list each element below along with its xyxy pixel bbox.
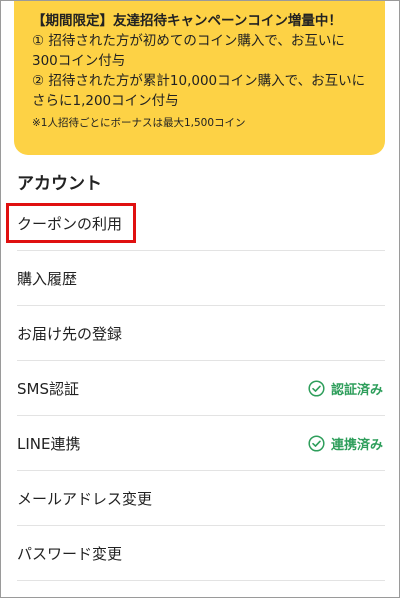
campaign-line-1a: ① 招待された方が初めてのコイン購入で、お互いに xyxy=(32,33,345,49)
menu-item-label: LINE連携 xyxy=(17,435,81,453)
menu-item-purchase-history[interactable]: 購入履歴 xyxy=(1,251,399,306)
menu-item-sms-auth[interactable]: SMS認証 認証済み xyxy=(1,361,399,416)
check-circle-icon xyxy=(308,435,325,452)
menu-item-label: クーポンの利用 xyxy=(17,215,123,233)
screen: 【期間限定】友達招待キャンペーンコイン増量中！ ① 招待された方が初めてのコイン… xyxy=(0,0,400,598)
menu-item-label: メールアドレス変更 xyxy=(17,490,153,508)
campaign-title: 【期間限定】友達招待キャンペーンコイン増量中！ xyxy=(32,13,342,29)
status-text: 連携済み xyxy=(330,438,383,453)
menu-item-password-change[interactable]: パスワード変更 xyxy=(1,526,399,581)
campaign-line-2a: ② 招待された方が累計10,000コイン購入で、お互いに xyxy=(32,73,366,89)
status-text: 認証済み xyxy=(330,383,383,398)
menu-item-label: お届け先の登録 xyxy=(17,325,123,343)
menu-item-email-change[interactable]: メールアドレス変更 xyxy=(1,471,399,526)
menu-item-label: SMS認証 xyxy=(17,380,79,398)
campaign-line-1b: 300コイン付与 xyxy=(32,53,126,69)
line-link-status: 連携済み xyxy=(308,434,383,453)
campaign-line-2b: さらに1,200コイン付与 xyxy=(32,93,179,109)
menu-item-coupon[interactable]: クーポンの利用 xyxy=(1,196,399,251)
account-menu-list: クーポンの利用 購入履歴 お届け先の登録 SMS認証 認証済み LINE連携 連… xyxy=(1,196,399,581)
account-section-title: アカウント xyxy=(17,174,102,194)
check-circle-icon xyxy=(308,380,325,397)
campaign-note: ※1人招待ごとにボーナスは最大1,500コイン xyxy=(32,117,246,129)
menu-item-line-link[interactable]: LINE連携 連携済み xyxy=(1,416,399,471)
campaign-banner[interactable]: 【期間限定】友達招待キャンペーンコイン増量中！ ① 招待された方が初めてのコイン… xyxy=(14,1,385,155)
menu-item-label: 購入履歴 xyxy=(17,270,78,288)
menu-item-delivery-address[interactable]: お届け先の登録 xyxy=(1,306,399,361)
menu-item-label: パスワード変更 xyxy=(17,545,123,563)
sms-auth-status: 認証済み xyxy=(308,379,383,398)
